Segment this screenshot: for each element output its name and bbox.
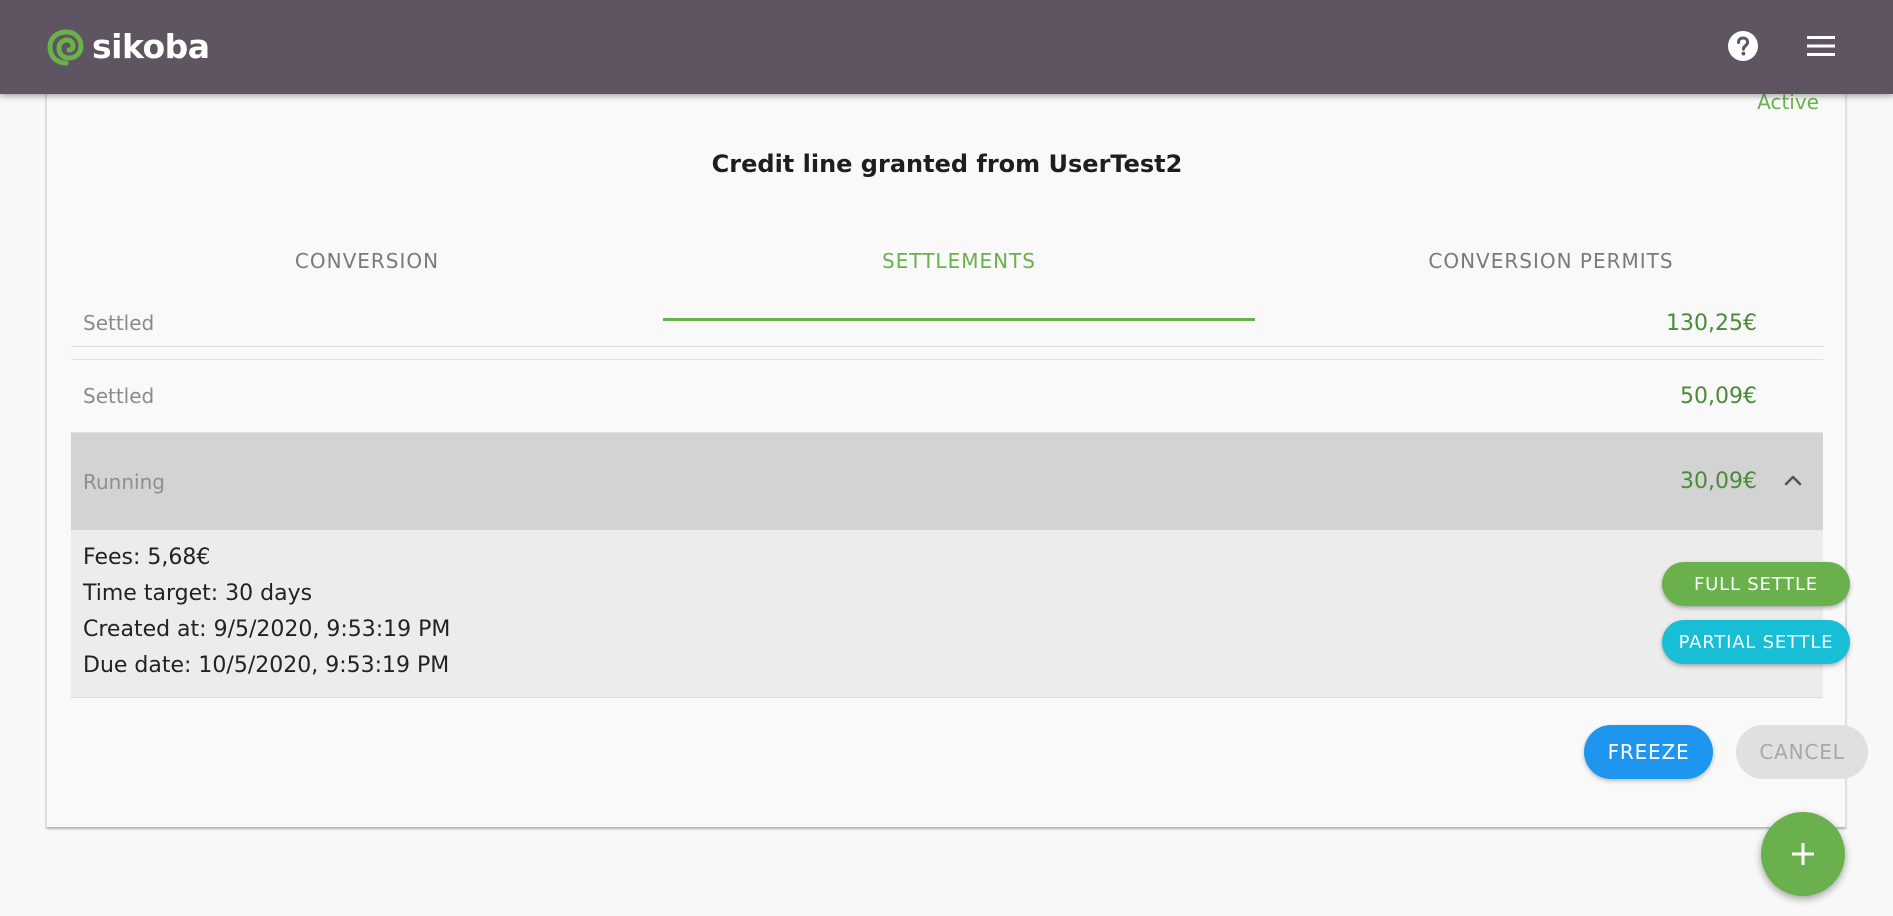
created-at-text: Created at: 9/5/2020, 9:53:19 PM [83,617,451,642]
due-date-text: Due date: 10/5/2020, 9:53:19 PM [83,653,450,678]
settlement-amount: 130,25€ [1666,310,1757,336]
sikoba-logo[interactable]: sikoba [46,27,210,67]
full-settle-button[interactable]: FULL SETTLE [1662,562,1850,606]
help-circle-icon [1728,31,1758,61]
freeze-button[interactable]: FREEZE [1584,725,1713,779]
add-fab-button[interactable] [1761,812,1845,896]
settlement-row[interactable]: Settled 130,25€ [71,287,1823,360]
settlement-status: Settled [83,384,155,408]
chevron-up-icon[interactable] [1781,469,1805,493]
hamburger-menu-icon [1807,36,1835,56]
fees-text: Fees: 5,68€ [83,545,211,570]
help-button[interactable] [1725,28,1761,64]
credit-line-card: Active Credit line granted from UserTest… [46,60,1868,827]
settlement-details: Fees: 5,68€ Time target: 30 days Created… [71,530,1850,698]
settlement-amount: 30,09€ [1680,469,1757,494]
settlement-row-running[interactable]: Running 30,09€ [71,433,1823,530]
settlements-list: Settled 130,25€ Settled 50,09€ Running 3… [71,287,1850,698]
spiral-logo-icon [47,29,84,66]
time-target-text: Time target: 30 days [83,581,313,606]
settlement-amount: 50,09€ [1680,383,1757,409]
partial-settle-button[interactable]: PARTIAL SETTLE [1662,620,1850,664]
settlement-row[interactable]: Settled 50,09€ [71,360,1823,433]
settlement-status: Running [83,469,165,494]
main-menu-button[interactable] [1804,30,1838,62]
plus-icon [1792,843,1814,865]
brand-name: sikoba [92,27,210,66]
top-app-bar: sikoba [0,0,1893,94]
card-title: Credit line granted from UserTest2 [711,150,1183,178]
cancel-button[interactable]: CANCEL [1736,725,1868,779]
settlement-status: Settled [83,311,155,335]
